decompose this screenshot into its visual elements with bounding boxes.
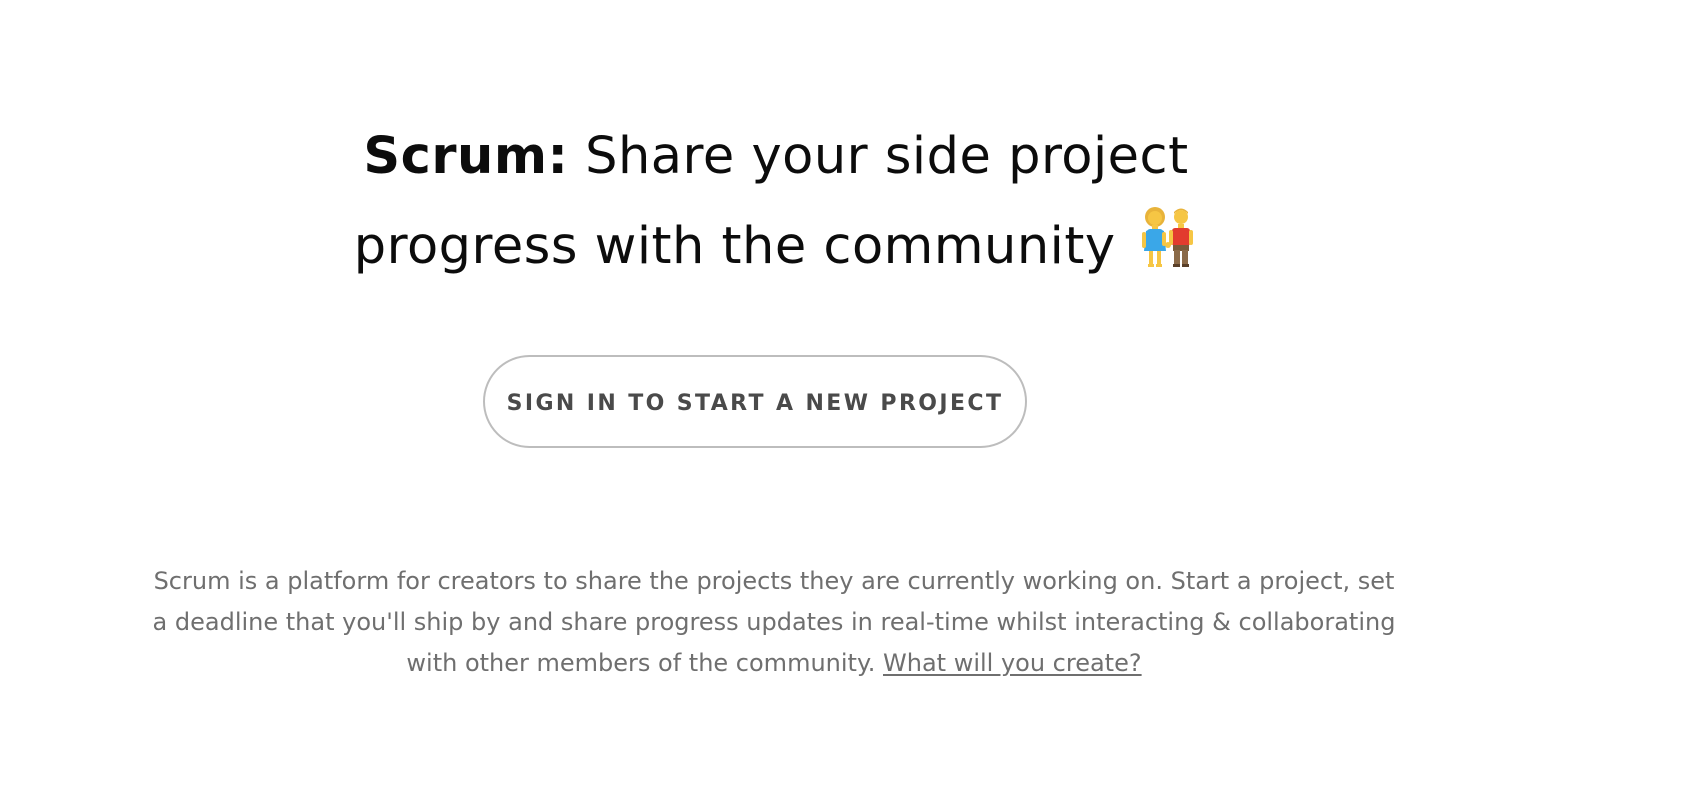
tagline-line1: Share your side project [585, 127, 1189, 186]
sign-in-start-project-button[interactable]: SIGN IN TO START A NEW PROJECT [483, 355, 1027, 448]
cta-container: SIGN IN TO START A NEW PROJECT [0, 355, 1510, 448]
tagline-line2: progress with the community [353, 217, 1116, 276]
hero-section: Scrum: Share your side project progress … [0, 112, 1552, 292]
description-text: Scrum is a platform for creators to shar… [152, 567, 1396, 677]
platform-description: Scrum is a platform for creators to shar… [150, 561, 1398, 684]
what-will-you-create-link[interactable]: What will you create? [883, 649, 1142, 677]
brand-name: Scrum: [363, 127, 569, 186]
couple-holding-hands-icon [1142, 207, 1194, 267]
page-title: Scrum: Share your side project progress … [0, 112, 1552, 292]
